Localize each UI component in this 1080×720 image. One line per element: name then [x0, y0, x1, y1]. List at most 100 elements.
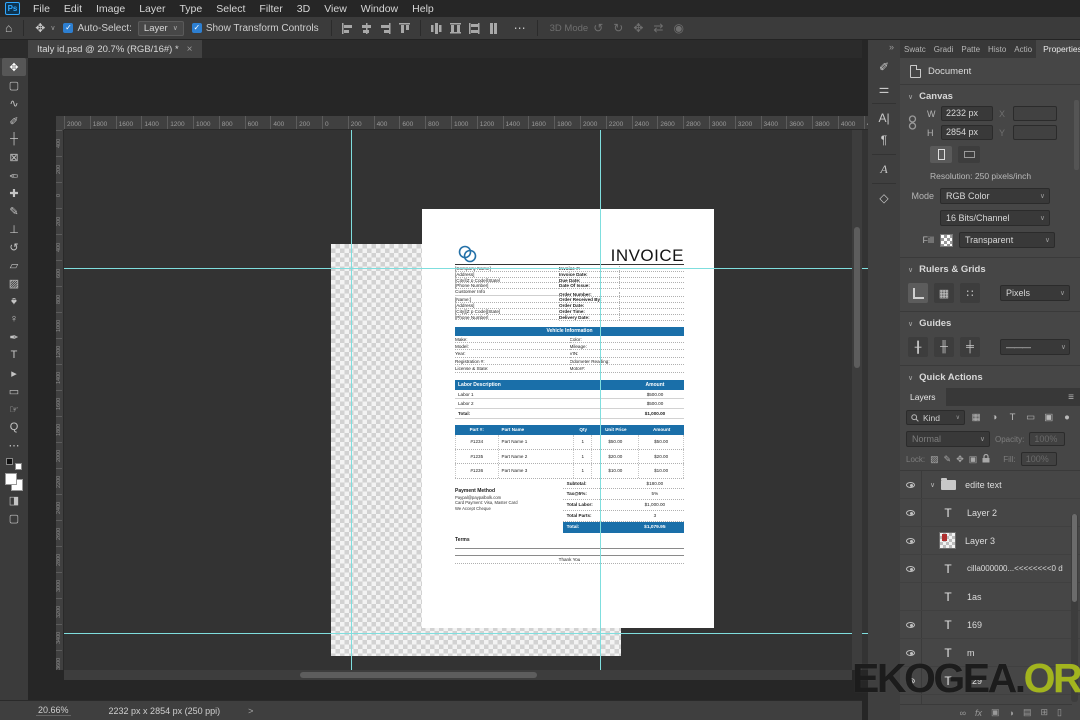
rectangle-tool[interactable]: ▭: [2, 382, 26, 400]
tab-actions[interactable]: Actio: [1010, 45, 1036, 54]
menu-item[interactable]: Window: [354, 3, 405, 15]
menu-item[interactable]: Help: [405, 3, 441, 15]
rulers-grids-section-header[interactable]: ∨ Rulers & Grids: [900, 258, 1080, 279]
gradient-tool[interactable]: ▨: [2, 274, 26, 292]
layer-row[interactable]: ∨ edite text: [900, 471, 1080, 499]
scrollbar-thumb[interactable]: [854, 227, 860, 368]
eraser-tool[interactable]: ▱: [2, 256, 26, 274]
paragraph-panel-icon[interactable]: ¶: [872, 129, 896, 151]
height-field[interactable]: 2854 px: [941, 125, 993, 140]
layer-effects-icon[interactable]: fx: [975, 708, 982, 718]
screen-mode-icon[interactable]: ▢: [2, 509, 26, 527]
tab-history[interactable]: Histo: [984, 45, 1010, 54]
layer-name[interactable]: Layer 3: [965, 536, 995, 546]
panel-scrollbar[interactable]: [1074, 100, 1079, 170]
clear-guides-button[interactable]: ╪: [960, 337, 980, 357]
glyphs-panel-icon[interactable]: A: [872, 158, 896, 180]
3d-panel-icon[interactable]: ◇: [872, 187, 896, 209]
distribute-center-icon[interactable]: [468, 22, 480, 34]
tab-layers[interactable]: Layers: [900, 388, 946, 406]
zoom-level-field[interactable]: 20.66%: [36, 705, 71, 716]
zoom-tool[interactable]: Q: [2, 418, 26, 436]
distribute-h-icon[interactable]: [430, 22, 442, 34]
dodge-tool[interactable]: ♀: [2, 310, 26, 328]
marquee-tool[interactable]: ▢: [2, 76, 26, 94]
hand-tool[interactable]: ☞: [2, 400, 26, 418]
panel-menu-icon[interactable]: ≡: [1068, 392, 1080, 403]
tab-patterns[interactable]: Patte: [957, 45, 984, 54]
add-mask-icon[interactable]: ▣: [991, 707, 1000, 718]
link-layers-icon[interactable]: ∞: [960, 708, 966, 718]
guide-horizontal[interactable]: [64, 633, 880, 634]
blur-tool[interactable]: ♠: [11, 295, 17, 307]
delete-layer-icon[interactable]: ▯: [1057, 707, 1062, 718]
layer-name[interactable]: 169: [967, 620, 982, 630]
close-icon[interactable]: ×: [187, 44, 193, 55]
menu-item[interactable]: Filter: [252, 3, 289, 15]
align-left-icon[interactable]: [341, 22, 353, 34]
distribute-space-icon[interactable]: [487, 22, 499, 34]
menu-item[interactable]: Select: [209, 3, 252, 15]
fill-dropdown[interactable]: Transparent: [959, 232, 1055, 248]
layer-row[interactable]: T 1as: [900, 583, 1080, 611]
lasso-tool[interactable]: ∿: [2, 94, 26, 112]
menu-item[interactable]: Type: [172, 3, 209, 15]
auto-select-target-dropdown[interactable]: Layer ∨: [137, 20, 184, 36]
group-expand-icon[interactable]: ∨: [930, 481, 935, 489]
filter-type-layers-icon[interactable]: T: [1005, 410, 1019, 425]
filter-adjustment-layers-icon[interactable]: ◑: [987, 410, 1001, 425]
layer-name[interactable]: edite text: [965, 480, 1002, 490]
lock-paint-icon[interactable]: ✎: [944, 454, 952, 465]
foreground-background-swatch[interactable]: [5, 473, 23, 491]
lock-transparency-icon[interactable]: ▨: [930, 454, 939, 465]
lock-guides-button[interactable]: ╫: [934, 337, 954, 357]
new-layer-icon[interactable]: ⊞: [1041, 707, 1049, 718]
align-center-h-icon[interactable]: [360, 22, 372, 34]
filter-smart-objects-icon[interactable]: ▣: [1042, 410, 1056, 425]
quick-actions-section-header[interactable]: ∨ Quick Actions: [900, 366, 1080, 387]
color-mode-dropdown[interactable]: RGB Color: [940, 188, 1050, 204]
visibility-toggle[interactable]: [900, 471, 922, 498]
visibility-toggle[interactable]: [900, 499, 922, 526]
fill-swatch[interactable]: [940, 233, 953, 247]
layer-name[interactable]: cilla000000...<<<<<<<<0 d: [967, 564, 1063, 573]
visibility-toggle[interactable]: [900, 527, 922, 554]
lock-artboard-icon[interactable]: ▣: [969, 454, 978, 465]
frame-tool[interactable]: ⊠: [2, 148, 26, 166]
horizontal-scrollbar[interactable]: [64, 670, 852, 680]
menu-item[interactable]: Layer: [132, 3, 172, 15]
character-panel-icon[interactable]: A|: [872, 107, 896, 129]
distribute-v-icon[interactable]: [449, 22, 461, 34]
status-chevron-icon[interactable]: >: [248, 706, 253, 716]
brush-settings-panel-icon[interactable]: ✐: [872, 56, 896, 78]
collapse-panels-icon[interactable]: »: [889, 40, 900, 56]
portrait-orientation-button[interactable]: [930, 146, 952, 163]
layer-filter-dropdown[interactable]: Kind ∨: [906, 410, 966, 425]
home-icon[interactable]: ⌂: [0, 21, 17, 35]
align-right-icon[interactable]: [379, 22, 391, 34]
clone-stamp-tool[interactable]: ⊥: [2, 220, 26, 238]
move-tool-icon[interactable]: ✥: [30, 21, 50, 35]
tab-gradients[interactable]: Gradi: [930, 45, 958, 54]
layer-name[interactable]: 1as: [967, 592, 982, 602]
invoice-page[interactable]: INVOICE [Company Name][Address][City][Z …: [422, 209, 714, 628]
guide-style-dropdown[interactable]: ———: [1000, 339, 1070, 355]
guide-vertical[interactable]: [600, 130, 601, 670]
vertical-scrollbar[interactable]: [852, 130, 862, 670]
menu-item[interactable]: Image: [89, 3, 132, 15]
default-colors-icon[interactable]: [6, 458, 22, 470]
align-top-icon[interactable]: [398, 22, 410, 34]
toggle-rulers-button[interactable]: [908, 283, 928, 303]
toggle-grid-button[interactable]: ▦: [934, 283, 954, 303]
ruler-units-dropdown[interactable]: Pixels: [1000, 285, 1070, 301]
toggle-guides-button[interactable]: ╂: [908, 337, 928, 357]
layer-thumbnail[interactable]: [939, 532, 956, 549]
visibility-toggle[interactable]: [900, 611, 922, 638]
landscape-orientation-button[interactable]: [958, 146, 980, 163]
layer-name[interactable]: Layer 2: [967, 508, 997, 518]
eyedropper-tool[interactable]: ✑: [9, 169, 18, 182]
link-dimensions-icon[interactable]: [908, 114, 917, 132]
menu-item[interactable]: 3D: [290, 3, 317, 15]
lock-position-icon[interactable]: ✥: [956, 454, 964, 465]
guide-horizontal[interactable]: [64, 268, 880, 269]
